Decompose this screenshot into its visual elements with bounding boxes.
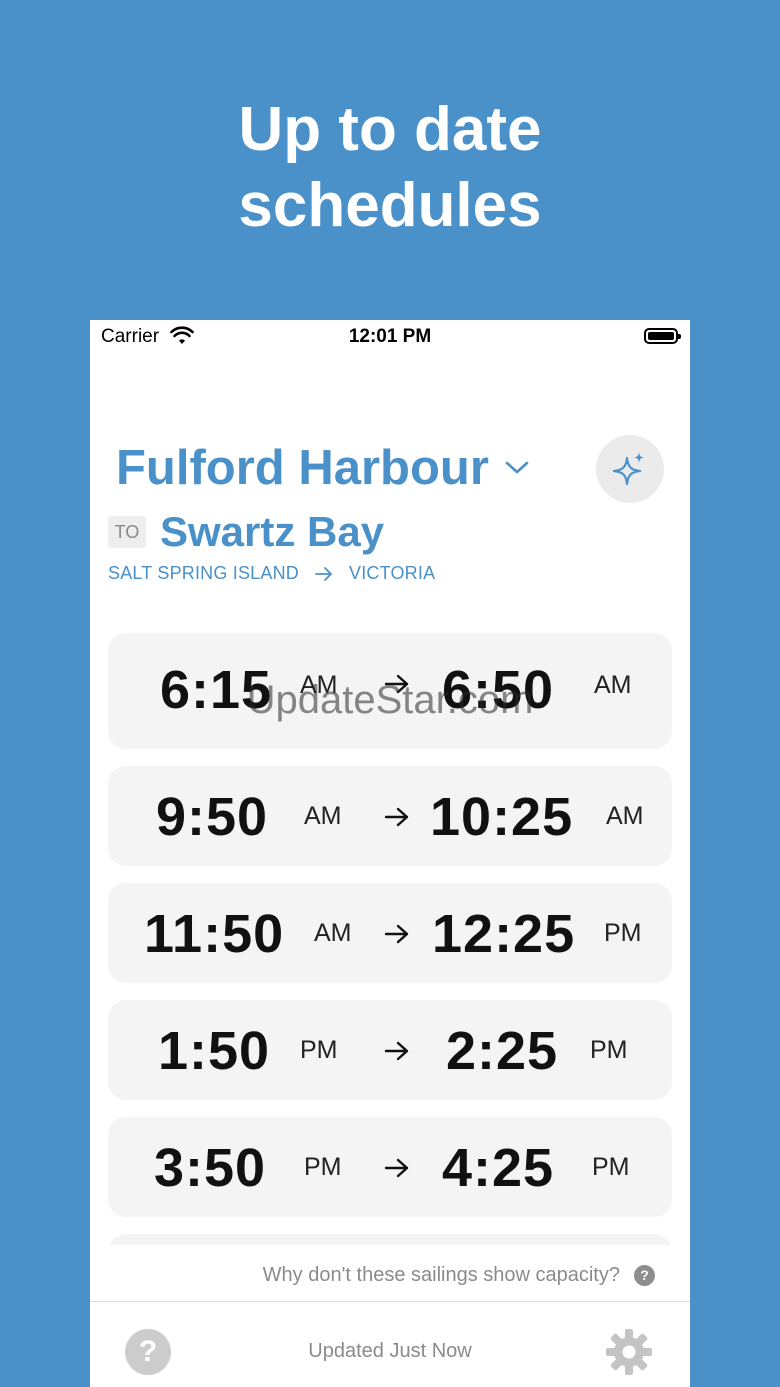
footer-bar: ? Updated Just Now xyxy=(90,1301,690,1387)
watermark: UpdateStar.com xyxy=(246,678,534,722)
sailing-row[interactable]: 3:50 PM 4:25 PM xyxy=(108,1117,672,1217)
question-circle-icon[interactable]: ? xyxy=(634,1265,655,1286)
arrive-ampm: PM xyxy=(604,919,642,947)
depart-time: 9:50 xyxy=(156,787,269,847)
depart-time: 1:50 xyxy=(158,1021,271,1081)
promo-title-line2: schedules xyxy=(238,171,542,240)
gear-icon[interactable] xyxy=(604,1327,654,1377)
capacity-info-link[interactable]: Why don't these sailings show capacity? xyxy=(90,1264,620,1287)
destination-terminal[interactable]: Swartz Bay xyxy=(160,506,384,558)
battery-icon xyxy=(644,328,681,344)
sailing-row[interactable]: 11:50 AM 12:25 PM xyxy=(108,883,672,983)
updated-status: Updated Just Now xyxy=(308,1340,472,1362)
depart-ampm: AM xyxy=(304,802,342,830)
arrive-ampm: PM xyxy=(590,1036,628,1064)
depart-time: 11:50 xyxy=(144,904,285,964)
sailing-row[interactable]: 1:50 PM 2:25 PM xyxy=(108,1000,672,1100)
arrive-time: 12:25 xyxy=(432,904,576,964)
phone-screen: Carrier 12:01 PM Fulford Harbour TO Swar… xyxy=(90,320,690,1387)
promo-title-line1: Up to date xyxy=(238,95,542,164)
arrow-right-icon xyxy=(384,807,409,827)
arrow-right-icon xyxy=(384,924,409,944)
origin-region: SALT SPRING ISLAND xyxy=(108,563,299,583)
sparkle-button[interactable] xyxy=(596,435,664,503)
route-regions: SALT SPRING ISLAND VICTORIA xyxy=(108,563,435,584)
status-time: 12:01 PM xyxy=(348,326,432,347)
arrive-time: 4:25 xyxy=(442,1138,555,1198)
depart-ampm: PM xyxy=(300,1036,338,1064)
origin-selector[interactable]: Fulford Harbour xyxy=(116,438,529,498)
to-badge: TO xyxy=(108,516,146,548)
arrow-right-icon xyxy=(384,1041,409,1061)
promo-title: Up to date schedules xyxy=(0,92,780,244)
sparkle-icon xyxy=(613,452,644,486)
depart-ampm: PM xyxy=(304,1153,342,1181)
arrive-ampm: AM xyxy=(606,802,644,830)
arrow-right-icon xyxy=(315,566,332,581)
sailing-list: 6:15 AM 6:50 AM 9:50 AM 10:25 AM 11:50 A… xyxy=(108,633,672,1294)
arrive-time: 10:25 xyxy=(430,787,574,847)
arrow-right-icon xyxy=(384,1158,409,1178)
status-bar: Carrier 12:01 PM xyxy=(90,320,690,354)
sailing-row[interactable]: 9:50 AM 10:25 AM xyxy=(108,766,672,866)
arrive-time: 2:25 xyxy=(446,1021,559,1081)
depart-ampm: AM xyxy=(314,919,352,947)
destination-region: VICTORIA xyxy=(349,563,436,583)
arrive-ampm: PM xyxy=(592,1153,630,1181)
origin-terminal: Fulford Harbour xyxy=(116,441,489,495)
depart-time: 3:50 xyxy=(154,1138,267,1198)
chevron-down-icon xyxy=(505,461,529,474)
